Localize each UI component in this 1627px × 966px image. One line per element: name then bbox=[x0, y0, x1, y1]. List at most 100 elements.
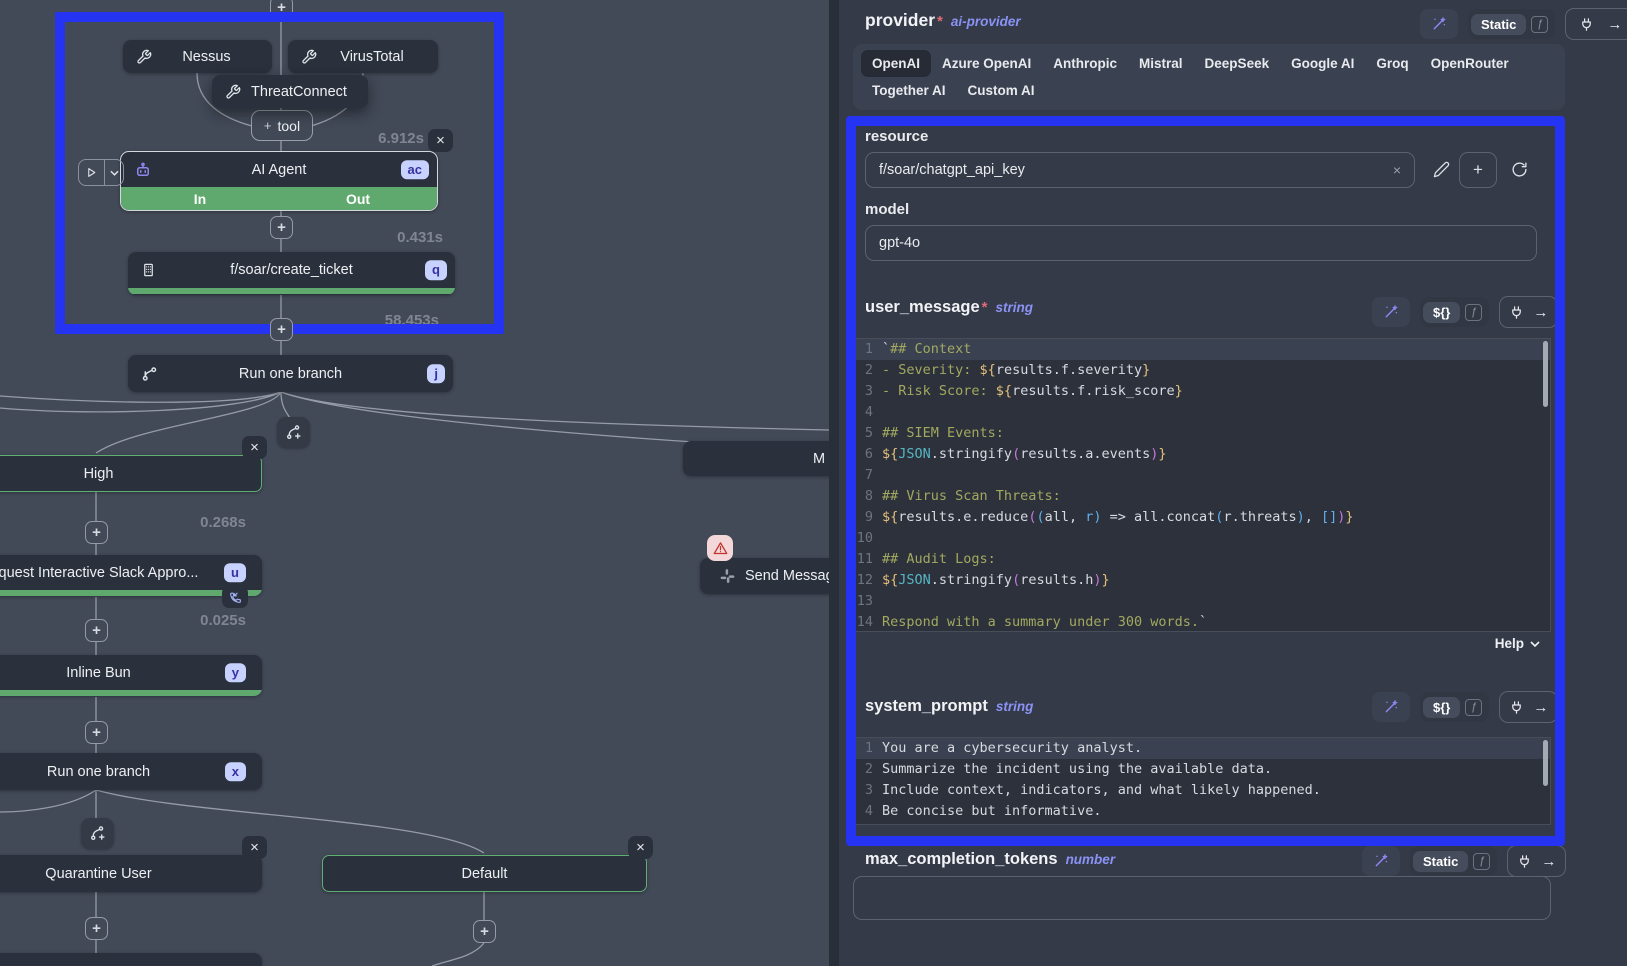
code-token: results.e.reduce bbox=[898, 507, 1028, 528]
provider-tab-anthropic[interactable]: Anthropic bbox=[1042, 50, 1128, 77]
code-line: 4 bbox=[854, 402, 1550, 423]
agent-io-bar[interactable]: In Out bbox=[121, 187, 437, 210]
input-mode-toggle[interactable]: ${} ƒ bbox=[1420, 297, 1489, 327]
input-mode-selected[interactable]: ${} bbox=[1423, 697, 1460, 718]
magic-wand-icon bbox=[1431, 16, 1447, 32]
remove-ai-agent-button[interactable]: × bbox=[428, 129, 453, 152]
remove-high-branch-button[interactable]: × bbox=[242, 436, 267, 459]
flow-node-send-message[interactable]: Send Message bbox=[700, 558, 829, 594]
ai-assist-button[interactable] bbox=[1420, 9, 1458, 39]
flow-node-virustotal[interactable]: VirusTotal bbox=[288, 40, 438, 73]
flow-node-run-one-branch-x[interactable]: Run one branch x bbox=[0, 753, 262, 790]
input-mode-toggle[interactable]: ${} ƒ bbox=[1420, 692, 1489, 722]
model-input[interactable]: gpt-4o bbox=[865, 225, 1537, 261]
plug-icon[interactable] bbox=[1509, 305, 1524, 320]
resource-input[interactable]: f/soar/chatgpt_api_key × bbox=[865, 152, 1415, 188]
connect-io-buttons[interactable]: → bbox=[1499, 691, 1558, 723]
clear-icon[interactable]: × bbox=[1393, 162, 1401, 178]
edit-resource-button[interactable] bbox=[1433, 161, 1450, 178]
flow-node-medium-branch[interactable]: M bbox=[683, 441, 829, 476]
flow-canvas[interactable]: + Nessus VirusTotal ThreatConnect + tool… bbox=[0, 0, 829, 966]
add-tool-pill[interactable]: + tool bbox=[251, 110, 313, 141]
ai-assist-button[interactable] bbox=[1372, 297, 1410, 327]
flow-node-nessus[interactable]: Nessus bbox=[123, 40, 272, 73]
code-editor-toggle-icon[interactable]: ƒ bbox=[1465, 304, 1482, 321]
remove-quarantine-branch-button[interactable]: × bbox=[242, 836, 267, 859]
flow-node-inline-bun[interactable]: Inline Bun y bbox=[0, 655, 262, 696]
code-token: } bbox=[1142, 360, 1150, 381]
add-branch-button[interactable] bbox=[81, 818, 114, 849]
node-id-badge: ac bbox=[401, 160, 429, 180]
code-line: 5## SIEM Events: bbox=[854, 423, 1550, 444]
code-editor-toggle-icon[interactable]: ƒ bbox=[1465, 699, 1482, 716]
connect-io-buttons[interactable]: → bbox=[1565, 8, 1627, 40]
system-prompt-header: system_prompt string bbox=[865, 697, 1033, 716]
input-mode-toggle[interactable]: Static ƒ bbox=[1410, 846, 1497, 876]
help-label: Help bbox=[1495, 636, 1524, 651]
provider-tab-openrouter[interactable]: OpenRouter bbox=[1420, 50, 1520, 77]
plug-icon[interactable] bbox=[1509, 700, 1524, 715]
code-token: ## Context bbox=[890, 339, 971, 360]
warning-triangle-icon bbox=[713, 541, 728, 556]
input-mode-toggle[interactable]: Static ƒ bbox=[1468, 9, 1555, 39]
input-mode-selected[interactable]: Static bbox=[1471, 14, 1526, 35]
arrow-right-icon[interactable]: → bbox=[1607, 16, 1622, 33]
flow-node-ai-agent[interactable]: AI Agent ac In Out bbox=[120, 151, 438, 211]
provider-tab-groq[interactable]: Groq bbox=[1365, 50, 1419, 77]
chevron-down-icon[interactable] bbox=[105, 170, 123, 176]
agent-in-label[interactable]: In bbox=[194, 191, 206, 207]
help-toggle[interactable]: Help bbox=[1495, 636, 1540, 651]
flow-node-partial[interactable] bbox=[0, 953, 262, 966]
add-step-connector[interactable]: + bbox=[85, 721, 108, 744]
max-tokens-input[interactable] bbox=[853, 876, 1551, 920]
add-step-connector[interactable]: + bbox=[270, 216, 293, 239]
code-token: results.h bbox=[1020, 570, 1093, 591]
ai-assist-button[interactable] bbox=[1362, 846, 1400, 876]
provider-tab-custom-ai[interactable]: Custom AI bbox=[957, 77, 1046, 104]
add-resource-button[interactable]: + bbox=[1459, 152, 1497, 188]
connect-io-buttons[interactable]: → bbox=[1507, 845, 1566, 877]
provider-tab-openai[interactable]: OpenAI bbox=[861, 50, 931, 77]
remove-default-branch-button[interactable]: × bbox=[628, 836, 653, 859]
add-step-connector[interactable]: + bbox=[85, 917, 108, 940]
agent-out-label[interactable]: Out bbox=[346, 191, 370, 207]
provider-tab-azure-openai[interactable]: Azure OpenAI bbox=[931, 50, 1042, 77]
code-editor-toggle-icon[interactable]: ƒ bbox=[1531, 16, 1548, 33]
code-token: ( bbox=[1028, 507, 1036, 528]
flow-node-run-one-branch-j[interactable]: Run one branch j bbox=[128, 355, 453, 392]
connect-io-buttons[interactable]: → bbox=[1499, 296, 1558, 328]
code-editor-toggle-icon[interactable]: ƒ bbox=[1473, 853, 1490, 870]
add-step-connector[interactable]: + bbox=[270, 0, 293, 19]
system-prompt-code-editor[interactable]: 1You are a cybersecurity analyst.2Summar… bbox=[853, 737, 1551, 825]
code-token: } bbox=[1158, 444, 1166, 465]
plug-icon[interactable] bbox=[1517, 854, 1532, 869]
ai-assist-button[interactable] bbox=[1372, 692, 1410, 722]
provider-tab-deepseek[interactable]: DeepSeek bbox=[1194, 50, 1281, 77]
scrollbar-thumb[interactable] bbox=[1543, 341, 1548, 407]
add-step-connector[interactable]: + bbox=[270, 318, 293, 341]
add-step-connector[interactable]: + bbox=[85, 619, 108, 642]
provider-tab-mistral[interactable]: Mistral bbox=[1128, 50, 1194, 77]
flow-node-create-ticket[interactable]: f/soar/create_ticket q bbox=[128, 252, 455, 295]
flow-node-quarantine-user[interactable]: Quarantine User bbox=[0, 855, 262, 892]
flow-node-default-branch[interactable]: Default bbox=[322, 855, 647, 892]
play-icon[interactable] bbox=[79, 160, 105, 185]
add-branch-button[interactable] bbox=[277, 417, 310, 448]
scrollbar-thumb[interactable] bbox=[1543, 740, 1548, 786]
run-step-button-group[interactable] bbox=[78, 159, 124, 186]
flow-node-threatconnect[interactable]: ThreatConnect bbox=[212, 75, 368, 108]
arrow-right-icon[interactable]: → bbox=[1533, 304, 1548, 321]
input-mode-selected[interactable]: Static bbox=[1413, 851, 1468, 872]
add-step-connector[interactable]: + bbox=[473, 920, 496, 943]
refresh-resource-button[interactable] bbox=[1511, 161, 1528, 178]
arrow-right-icon[interactable]: → bbox=[1541, 853, 1556, 870]
plug-icon[interactable] bbox=[1579, 17, 1594, 32]
add-step-connector[interactable]: + bbox=[85, 521, 108, 544]
provider-tab-google-ai[interactable]: Google AI bbox=[1280, 50, 1365, 77]
arrow-right-icon[interactable]: → bbox=[1533, 699, 1548, 716]
flow-node-high-branch[interactable]: High bbox=[0, 455, 262, 492]
provider-tab-together-ai[interactable]: Together AI bbox=[861, 77, 957, 104]
input-mode-selected[interactable]: ${} bbox=[1423, 302, 1460, 323]
duration-inline-bun: 0.025s bbox=[166, 612, 246, 629]
user-message-code-editor[interactable]: 1`## Context2- Severity: ${results.f.sev… bbox=[853, 338, 1551, 632]
